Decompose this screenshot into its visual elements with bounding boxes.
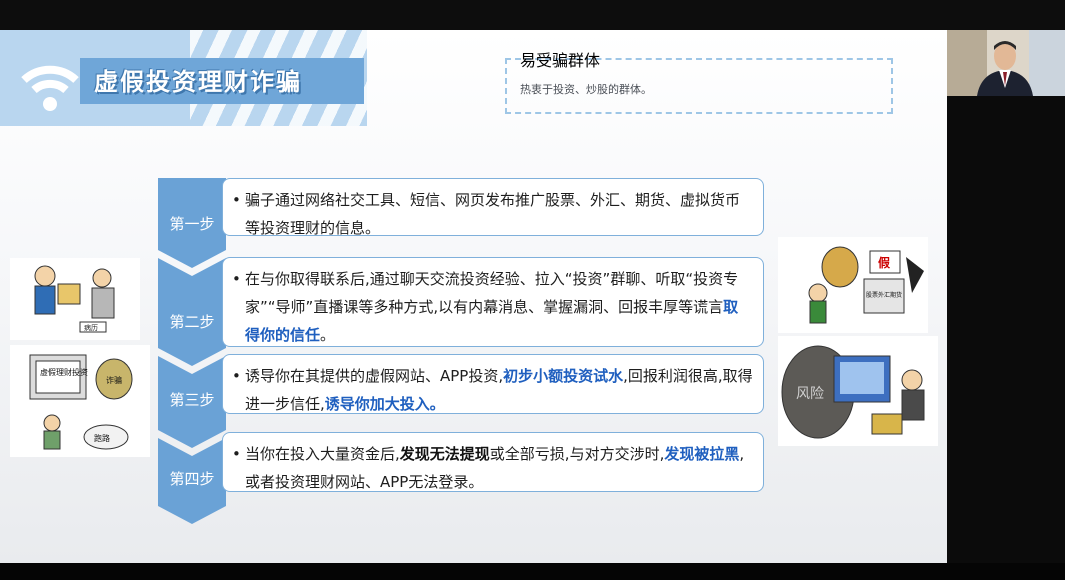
victims-heading: 易受骗群体 xyxy=(520,51,601,70)
bag-text: 诈骗 xyxy=(106,375,122,385)
bullet-icon: • xyxy=(232,367,241,385)
bullet-icon: • xyxy=(232,445,241,463)
step-text-segment: 。 xyxy=(320,326,336,344)
fake-sign-text: 假 xyxy=(878,255,891,270)
cartoon-fake-stocks: 假 股票外汇期货 xyxy=(778,237,928,333)
monitor-text: 虚假理财投资 xyxy=(40,367,88,377)
bullet-icon: • xyxy=(232,191,241,209)
victims-description: 热衷于投资、炒股的群体。 xyxy=(520,83,652,96)
step-1-label: 第一步 xyxy=(169,215,215,233)
step-text-segment: 诱导你在其提供的虚假网站、APP投资, xyxy=(245,367,504,385)
step-text-segment: 或全部亏损,与对方交涉时, xyxy=(489,445,665,463)
cartoon-scam-handover: 病历 xyxy=(10,258,140,340)
step-text-segment: 当你在投入大量资金后, xyxy=(245,445,400,463)
step-2-box: • 在与你取得联系后,通过聊天交流投资经验、拉入“投资”群聊、听取“投资专家”“… xyxy=(222,257,764,347)
bullet-icon: • xyxy=(232,270,241,288)
highlight-text: 发现被拉黑 xyxy=(664,445,740,463)
cartoon-fake-investment: 虚假理财投资 诈骗 跑路 xyxy=(10,345,150,457)
step-2-text: 在与你取得联系后,通过聊天交流投资经验、拉入“投资”群聊、听取“投资专家”“导师… xyxy=(245,270,738,344)
highlight-text: 初步小额投资试水 xyxy=(503,367,624,385)
highlight-text: 诱导你加大投入。 xyxy=(324,395,445,413)
window-top-bar xyxy=(0,0,1065,30)
step-3-text: 诱导你在其提供的虚假网站、APP投资,初步小额投资试水,回报利润很高,取得进一步… xyxy=(245,367,753,413)
step-text-segment: 骗子通过网络社交工具、短信、网页发布推广股票、外汇、期货、虚拟货币等投资理财的信… xyxy=(245,191,741,237)
presenter-video xyxy=(947,30,1065,96)
title-banner: 虚假投资理财诈骗 xyxy=(0,30,367,126)
presentation-slide: 虚假投资理财诈骗 易受骗群体 热衷于投资、炒股的群体。 第一步 第二步 第三步 … xyxy=(0,30,947,563)
bubble-text: 跑路 xyxy=(94,433,110,443)
taskbar xyxy=(0,563,1065,580)
step-4-text: 当你在投入大量资金后,发现无法提现或全部亏损,与对方交涉时,发现被拉黑,或者投资… xyxy=(245,445,744,491)
step-text-segment: 在与你取得联系后,通过聊天交流投资经验、拉入“投资”群聊、听取“投资专家”“导师… xyxy=(245,270,739,316)
step-3-label: 第三步 xyxy=(169,391,215,409)
bold-text: 发现无法提现 xyxy=(399,445,490,463)
cartoon-caption: 病历 xyxy=(84,323,98,332)
step-4-box: • 当你在投入大量资金后,发现无法提现或全部亏损,与对方交涉时,发现被拉黑,或者… xyxy=(222,432,764,492)
cartoon-phishing-computer: 风险 xyxy=(778,336,938,446)
step-1-text: 骗子通过网络社交工具、短信、网页发布推广股票、外汇、期货、虚拟货币等投资理财的信… xyxy=(245,191,740,237)
step-4-label: 第四步 xyxy=(169,470,215,488)
wall-text: 风险 xyxy=(796,386,824,402)
step-3-box: • 诱导你在其提供的虚假网站、APP投资,初步小额投资试水,回报利润很高,取得进… xyxy=(222,354,764,414)
step-1-box: • 骗子通过网络社交工具、短信、网页发布推广股票、外汇、期货、虚拟货币等投资理财… xyxy=(222,178,764,237)
step-2-label: 第二步 xyxy=(169,313,215,331)
screen-text: 股票外汇期货 xyxy=(866,291,902,299)
wifi-icon xyxy=(21,65,79,111)
slide-title: 虚假投资理财诈骗 xyxy=(94,68,302,96)
